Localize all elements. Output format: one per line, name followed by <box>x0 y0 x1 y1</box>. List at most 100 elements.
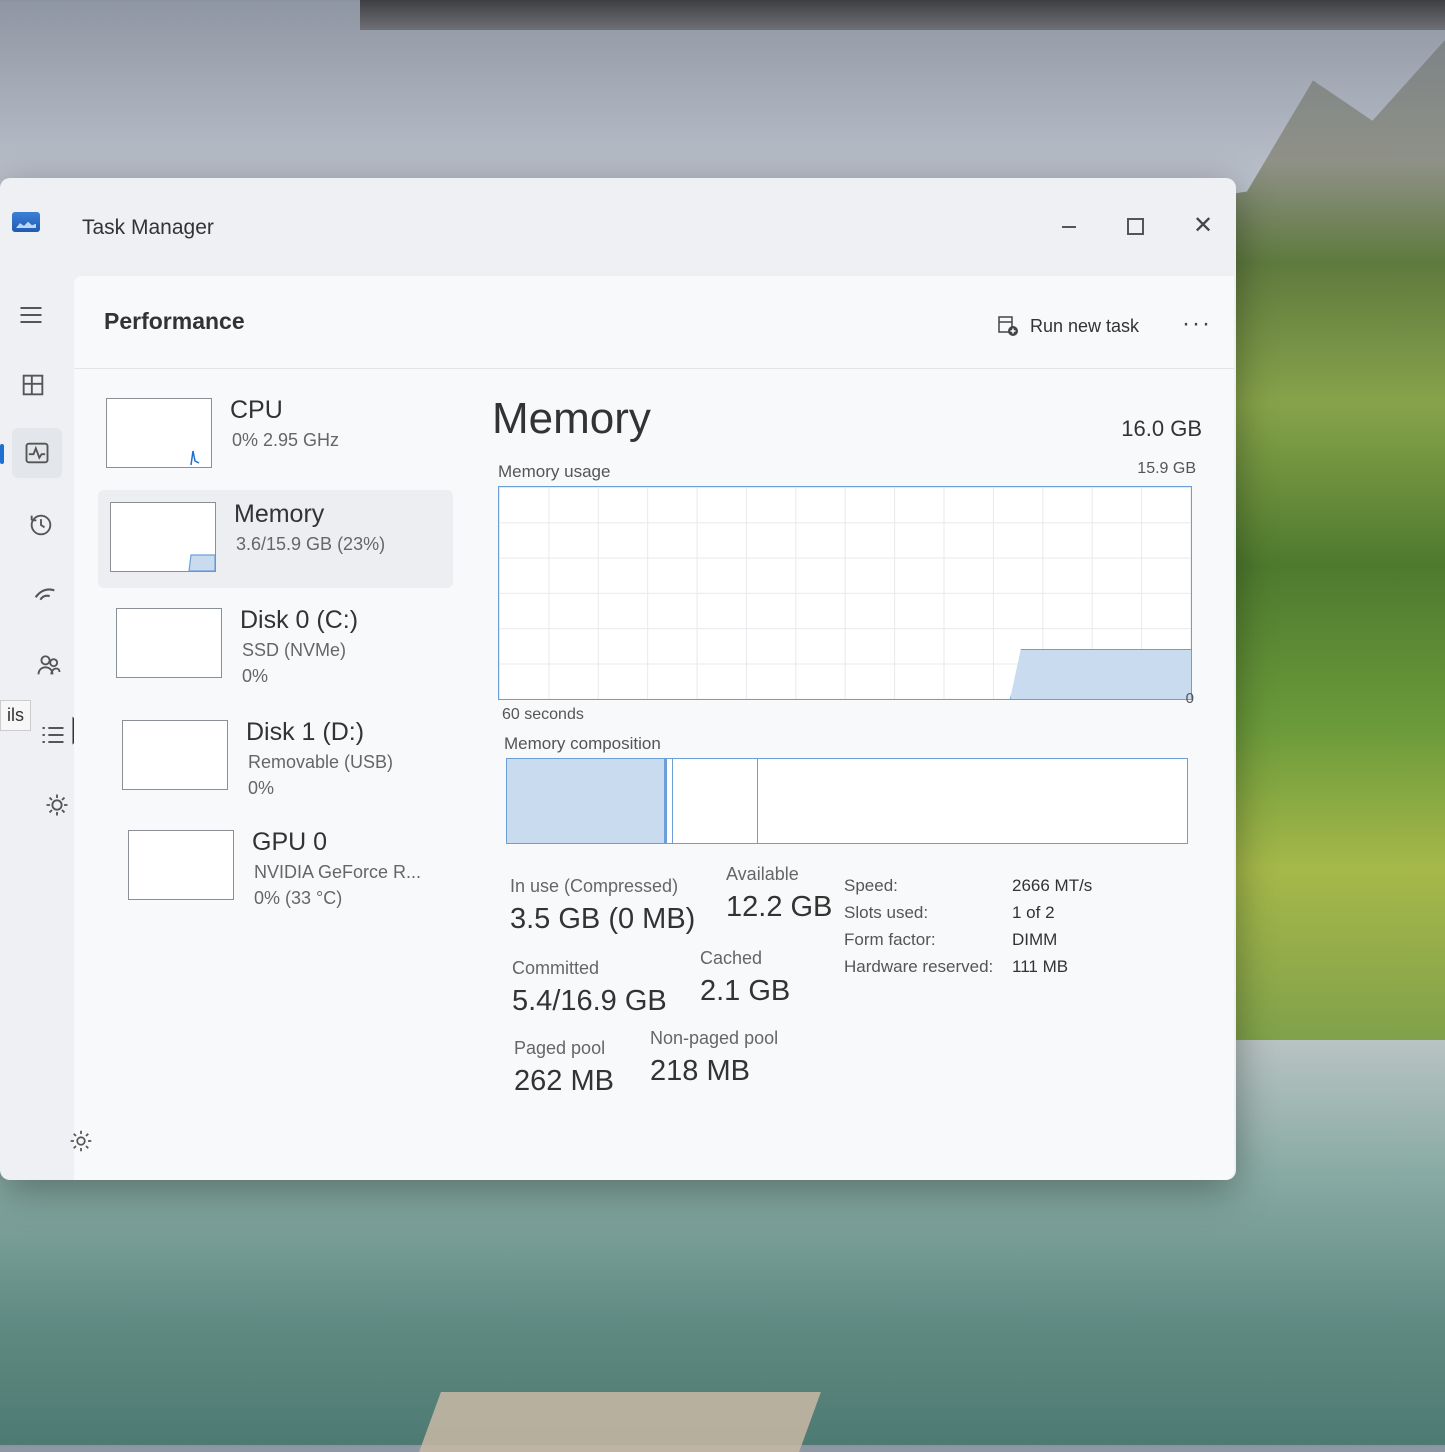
spec-key: Speed: <box>844 876 898 895</box>
memory-specs: Speed: 2666 MT/s Slots used: 1 of 2 Form f… <box>844 876 1204 984</box>
device-item-disk-1[interactable]: Disk 1 (D:) Removable (USB) 0% <box>110 708 465 806</box>
stat-committed: Committed 5.4/16.9 GB <box>512 958 667 1018</box>
device-thumbnail <box>110 502 216 572</box>
spec-value: 111 MB <box>1012 957 1069 976</box>
device-item-disk-0[interactable]: Disk 0 (C:) SSD (NVMe) 0% <box>104 596 459 694</box>
nav-tooltip: ils <box>0 700 31 731</box>
window-title: Task Manager <box>82 216 214 239</box>
users-icon <box>37 655 61 675</box>
memory-composition-label: Memory composition <box>504 734 661 753</box>
memory-usage-graph <box>498 486 1192 700</box>
nav-processes[interactable] <box>8 360 58 410</box>
device-usage: 0% <box>242 666 269 686</box>
title-bar[interactable]: Task Manager ✕ <box>0 178 1236 274</box>
spec-row: Slots used: 1 of 2 <box>844 903 1204 930</box>
device-subtitle: Removable (USB) <box>248 752 394 772</box>
memory-usage-area <box>1010 649 1191 699</box>
memory-usage-label: Memory usage <box>498 462 611 481</box>
device-name: CPU <box>230 396 283 424</box>
maximize-button[interactable] <box>1112 208 1158 244</box>
memory-total: 16.0 GB <box>1121 416 1202 441</box>
spec-value: DIMM <box>1012 930 1058 949</box>
minimize-icon <box>1062 225 1076 228</box>
nav-users[interactable] <box>24 640 74 690</box>
memory-composition-bar <box>506 758 1188 844</box>
performance-icon <box>25 442 49 464</box>
memory-detail: Memory 16.0 GB Memory usage 15.9 GB 60 s… <box>492 394 1202 1134</box>
spec-row: Hardware reserved: 111 MB <box>844 957 1204 984</box>
hamburger-icon <box>20 306 42 324</box>
stat-paged-pool: Paged pool 262 MB <box>514 1038 614 1098</box>
minimize-button[interactable] <box>1046 208 1092 244</box>
spec-key: Hardware reserved: <box>844 957 994 976</box>
stat-in-use-label: In use (Compressed) <box>510 876 679 896</box>
device-subtitle: 3.6/15.9 GB (23%) <box>236 534 386 554</box>
stat-cached: Cached 2.1 GB <box>700 948 790 1008</box>
nav-startup-apps[interactable] <box>20 570 70 620</box>
details-icon <box>42 726 64 744</box>
graph-min-value: 0 <box>1185 690 1194 707</box>
stat-cached-value: 2.1 GB <box>700 975 791 1007</box>
spec-value: 2666 MT/s <box>1012 876 1093 895</box>
device-name: Disk 0 (C:) <box>240 606 359 634</box>
device-thumbnail <box>116 608 222 678</box>
nav-app-history[interactable] <box>16 500 66 550</box>
spec-key: Form factor: <box>844 930 936 949</box>
stat-non-paged-pool-value: 218 MB <box>650 1055 750 1087</box>
stat-non-paged-pool: Non-paged pool 218 MB <box>650 1028 778 1088</box>
composition-in-use[interactable] <box>507 759 667 843</box>
device-subtitle: NVIDIA GeForce R... <box>254 862 422 882</box>
stat-non-paged-pool-label: Non-paged pool <box>650 1028 779 1048</box>
run-new-task-label: Run new task <box>1030 315 1140 336</box>
settings-icon[interactable] <box>68 1128 94 1154</box>
processes-icon <box>22 374 44 396</box>
performance-panel: Performance Run new task ··· CPU 0% 2.95… <box>74 276 1234 1180</box>
stat-paged-pool-value: 262 MB <box>514 1065 614 1097</box>
composition-standby[interactable] <box>673 759 758 843</box>
more-options-button[interactable]: ··· <box>1182 310 1212 338</box>
device-item-gpu-0[interactable]: GPU 0 NVIDIA GeForce R... 0% (33 °C) <box>116 818 471 916</box>
device-usage: 0% (33 °C) <box>254 888 343 908</box>
stat-available-label: Available <box>726 864 799 884</box>
device-subtitle: 0% 2.95 GHz <box>232 430 340 450</box>
spec-value: 1 of 2 <box>1012 903 1055 922</box>
stat-committed-label: Committed <box>512 958 600 978</box>
close-button[interactable]: ✕ <box>1180 208 1226 244</box>
panel-header: Performance Run new task ··· <box>74 276 1234 369</box>
wallpaper-dock <box>419 1392 821 1452</box>
memory-usage-max: 15.9 GB <box>1137 460 1196 477</box>
device-thumbnail <box>106 398 212 468</box>
stat-available-value: 12.2 GB <box>726 891 833 923</box>
task-manager-app-icon <box>12 212 40 232</box>
run-new-task-button[interactable]: Run new task <box>996 314 1139 338</box>
stat-paged-pool-label: Paged pool <box>514 1038 606 1058</box>
stat-in-use: In use (Compressed) 3.5 GB (0 MB) <box>510 876 695 936</box>
composition-free[interactable] <box>758 759 1187 843</box>
spec-row: Form factor: DIMM <box>844 930 1204 957</box>
device-item-memory[interactable]: Memory 3.6/15.9 GB (23%) <box>98 490 453 588</box>
maximize-icon <box>1126 218 1144 236</box>
graph-time-span: 60 seconds <box>502 706 584 723</box>
app-history-icon <box>30 514 52 536</box>
device-name: Disk 1 (D:) <box>246 718 365 746</box>
stat-in-use-value: 3.5 GB (0 MB) <box>510 903 696 935</box>
page-title: Performance <box>104 308 245 334</box>
stat-available: Available 12.2 GB <box>726 864 832 924</box>
services-icon <box>46 794 68 816</box>
device-name: GPU 0 <box>252 828 328 856</box>
device-thumbnail <box>128 830 234 900</box>
device-item-cpu[interactable]: CPU 0% 2.95 GHz <box>94 386 449 484</box>
nav-performance[interactable] <box>0 428 62 478</box>
startup-apps-icon <box>34 588 55 601</box>
device-subtitle: SSD (NVMe) <box>242 640 347 660</box>
device-name: Memory <box>234 500 325 528</box>
stat-committed-value: 5.4/16.9 GB <box>512 985 667 1017</box>
device-thumbnail <box>122 720 228 790</box>
memory-title: Memory <box>492 394 651 443</box>
device-usage: 0% <box>248 778 275 798</box>
monitor-bezel <box>360 0 1445 30</box>
hamburger-menu-button[interactable] <box>6 290 56 340</box>
run-new-task-icon <box>998 316 1018 336</box>
stat-cached-label: Cached <box>700 948 763 968</box>
spec-row: Speed: 2666 MT/s <box>844 876 1204 903</box>
